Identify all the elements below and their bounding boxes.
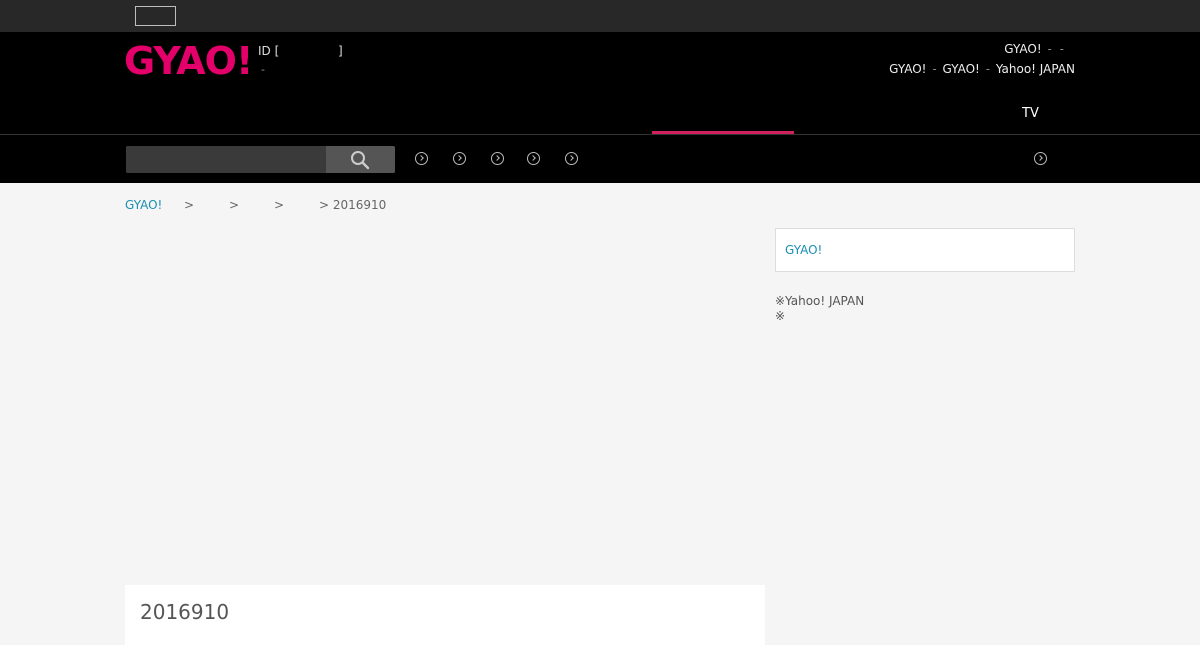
chevron-circle-icon[interactable] [565,152,578,165]
breadcrumb-current: > 2016910 [319,198,387,212]
search-input[interactable] [126,146,326,173]
top-utility-button[interactable] [135,6,176,26]
chevron-circle-icon[interactable] [491,152,504,165]
sidebar-gyao-link[interactable]: GYAO! [785,243,822,257]
header-separator: - [932,62,937,76]
header-separator: - [1047,42,1052,56]
sidebar-note: ※Yahoo! JAPAN [775,294,865,308]
header-link-yahoo-japan[interactable]: Yahoo! JAPAN [996,62,1075,76]
breadcrumb-home[interactable]: GYAO! [125,198,162,212]
content-card: 2016910 [125,585,765,645]
header-link-gyao-b[interactable]: GYAO! [943,62,980,76]
gyao-logo[interactable]: GYAO! [124,42,253,80]
sidebar-note: ※ [775,309,786,323]
header-link-gyao-a[interactable]: GYAO! [889,62,926,76]
breadcrumb-separator: > [184,198,195,212]
sidebar-box: GYAO! [775,228,1075,272]
header-separator: - [985,62,991,76]
page-title: 2016910 [140,600,230,624]
breadcrumb-separator: > [229,198,240,212]
search-icon [351,151,370,170]
header-separator: - [1059,42,1064,56]
search-button[interactable] [326,146,395,173]
login-id-label: ID [ [258,44,280,58]
search-nav-bar [0,135,1200,183]
header-links-row-2: GYAO! - GYAO! - Yahoo! JAPAN [889,62,1075,76]
chevron-circle-icon[interactable] [527,152,540,165]
chevron-circle-icon[interactable] [1034,152,1047,165]
search-box [126,146,395,173]
top-utility-bar [0,0,1200,32]
breadcrumb-separator: > [274,198,285,212]
chevron-circle-icon[interactable] [415,152,428,165]
nav-tab-tv[interactable]: TV [1022,106,1039,121]
login-id-close-bracket: ] [338,44,343,58]
breadcrumb: GYAO! > > > > 2016910 [125,198,386,212]
login-sub-link[interactable]: - [261,63,265,76]
chevron-circle-icon[interactable] [453,152,466,165]
header-link-gyao[interactable]: GYAO! [1004,42,1041,56]
header-links-row-1: GYAO! - - [1004,42,1066,56]
site-header: GYAO! ID [ ] - GYAO! - - GYAO! - GYAO! -… [0,32,1200,135]
